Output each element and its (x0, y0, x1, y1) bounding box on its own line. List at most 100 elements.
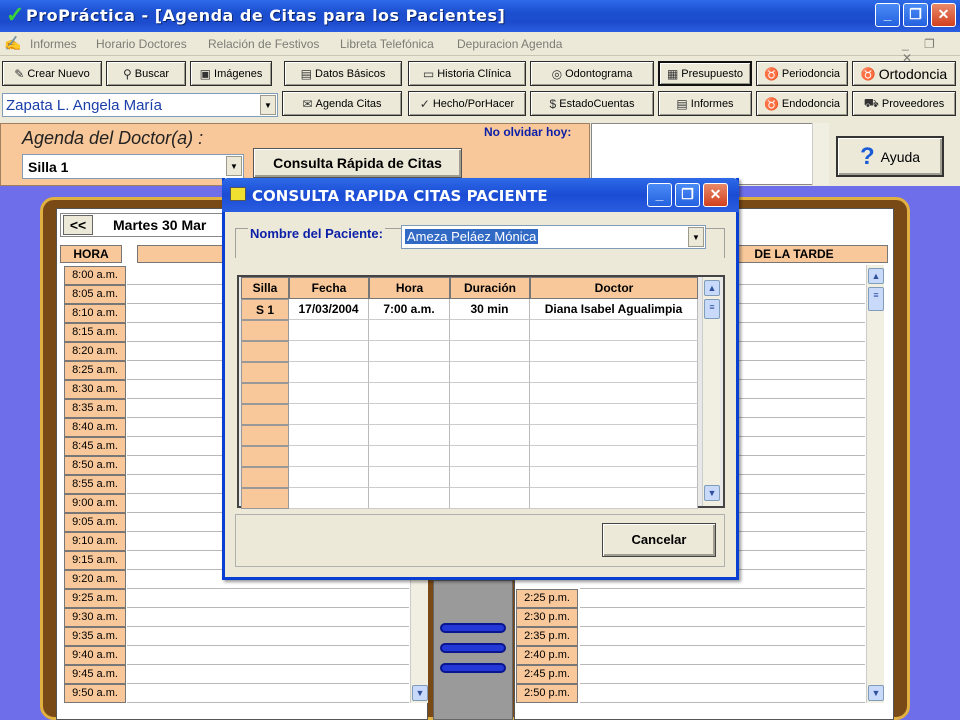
menu-informes[interactable]: Informes (30, 37, 77, 51)
datos-basicos-button[interactable]: ▤ Datos Básicos (284, 61, 402, 86)
scroll-thumb[interactable]: ≡ (868, 287, 884, 311)
appointment-slot[interactable] (580, 665, 865, 684)
grid-cell[interactable]: 30 min (450, 299, 530, 320)
empty-grid-cell[interactable] (369, 425, 450, 446)
empty-grid-cell[interactable] (369, 467, 450, 488)
dialog-restore-button[interactable]: ❐ (675, 183, 700, 207)
menu-libreta-telefonica[interactable]: Libreta Telefónica (340, 37, 434, 51)
informes-button[interactable]: ▤ Informes (658, 91, 752, 116)
grid-cell[interactable]: S 1 (241, 299, 289, 320)
endodoncia-button[interactable]: ♉ Endodoncia (756, 91, 848, 116)
empty-grid-cell[interactable] (450, 467, 530, 488)
empty-grid-cell[interactable] (369, 404, 450, 425)
empty-grid-cell[interactable] (530, 320, 698, 341)
menu-depuracion-agenda[interactable]: Depuracion Agenda (457, 37, 562, 51)
memo-scrollbar[interactable] (812, 123, 829, 185)
empty-grid-cell[interactable] (369, 362, 450, 383)
appointment-slot[interactable] (580, 646, 865, 665)
scroll-up-icon[interactable]: ▲ (868, 268, 884, 284)
grid-cell[interactable]: 7:00 a.m. (369, 299, 450, 320)
empty-grid-cell[interactable] (241, 320, 289, 341)
dialog-minimize-button[interactable]: _ (647, 183, 672, 207)
empty-grid-cell[interactable] (450, 362, 530, 383)
chevron-down-icon[interactable]: ▼ (260, 95, 276, 115)
appointment-slot[interactable] (580, 608, 865, 627)
appointment-slot[interactable] (580, 627, 865, 646)
imagenes-button[interactable]: ▣ Imágenes (190, 61, 272, 86)
empty-grid-cell[interactable] (241, 383, 289, 404)
empty-grid-cell[interactable] (241, 467, 289, 488)
menu-horario-doctores[interactable]: Horario Doctores (96, 37, 187, 51)
appointment-slot[interactable] (580, 589, 865, 608)
empty-grid-cell[interactable] (241, 341, 289, 362)
empty-grid-cell[interactable] (450, 341, 530, 362)
empty-grid-cell[interactable] (450, 446, 530, 467)
empty-grid-cell[interactable] (289, 383, 369, 404)
empty-grid-cell[interactable] (530, 341, 698, 362)
hecho-por-hacer-button[interactable]: ✓ Hecho/PorHacer (408, 91, 526, 116)
afternoon-scrollbar[interactable]: ▲ ≡ ▼ (866, 265, 884, 703)
restore-button[interactable]: ❐ (903, 3, 928, 27)
empty-grid-cell[interactable] (450, 425, 530, 446)
empty-grid-cell[interactable] (450, 488, 530, 509)
proveedores-button[interactable]: ⛟ Proveedores (852, 91, 956, 116)
agenda-citas-button[interactable]: ✉ Agenda Citas (282, 91, 402, 116)
empty-grid-cell[interactable] (450, 383, 530, 404)
empty-grid-cell[interactable] (530, 383, 698, 404)
empty-grid-cell[interactable] (369, 446, 450, 467)
reminder-memo[interactable] (591, 123, 829, 185)
crear-nuevo-button[interactable]: ✎ Crear Nuevo (2, 61, 102, 86)
scroll-thumb[interactable]: ≡ (704, 299, 720, 319)
empty-grid-cell[interactable] (450, 404, 530, 425)
ortodoncia-button[interactable]: ♉ Ortodoncia (852, 61, 956, 86)
empty-grid-cell[interactable] (530, 467, 698, 488)
appointment-slot[interactable] (127, 646, 409, 665)
appointment-slot[interactable] (127, 665, 409, 684)
empty-grid-cell[interactable] (241, 362, 289, 383)
presupuesto-button[interactable]: ▦ Presupuesto (658, 61, 752, 86)
empty-grid-cell[interactable] (241, 404, 289, 425)
empty-grid-cell[interactable] (369, 383, 450, 404)
empty-grid-cell[interactable] (369, 320, 450, 341)
buscar-button[interactable]: ⚲ Buscar (106, 61, 186, 86)
appointment-slot[interactable] (127, 608, 409, 627)
odontograma-button[interactable]: ◎ Odontograma (530, 61, 654, 86)
empty-grid-cell[interactable] (369, 488, 450, 509)
periodoncia-button[interactable]: ♉ Periodoncia (756, 61, 848, 86)
scroll-down-icon[interactable]: ▼ (704, 485, 720, 501)
empty-grid-cell[interactable] (289, 467, 369, 488)
chair-dropdown[interactable]: Silla 1 ▼ (22, 154, 244, 179)
appointment-slot[interactable] (127, 627, 409, 646)
consulta-rapida-button[interactable]: Consulta Rápida de Citas (253, 148, 462, 178)
empty-grid-cell[interactable] (241, 488, 289, 509)
empty-grid-cell[interactable] (530, 488, 698, 509)
close-button[interactable]: ✕ (931, 3, 956, 27)
dialog-close-button[interactable]: ✕ (703, 183, 728, 207)
scroll-up-icon[interactable]: ▲ (704, 280, 720, 296)
empty-grid-cell[interactable] (289, 446, 369, 467)
empty-grid-cell[interactable] (241, 425, 289, 446)
empty-grid-cell[interactable] (530, 446, 698, 467)
appointment-slot[interactable] (127, 684, 409, 703)
empty-grid-cell[interactable] (289, 320, 369, 341)
chevron-down-icon[interactable]: ▼ (688, 227, 704, 247)
historia-clinica-button[interactable]: ▭ Historia Clínica (408, 61, 526, 86)
patient-dropdown[interactable]: Zapata L. Angela María ▼ (2, 93, 278, 117)
empty-grid-cell[interactable] (530, 425, 698, 446)
empty-grid-cell[interactable] (530, 362, 698, 383)
minimize-button[interactable]: _ (875, 3, 900, 27)
empty-grid-cell[interactable] (450, 320, 530, 341)
empty-grid-cell[interactable] (369, 341, 450, 362)
grid-cell[interactable]: 17/03/2004 (289, 299, 369, 320)
empty-grid-cell[interactable] (241, 446, 289, 467)
empty-grid-cell[interactable] (289, 341, 369, 362)
grid-scrollbar[interactable]: ▲ ≡ ▼ (702, 277, 720, 506)
previous-day-button[interactable]: << (63, 215, 93, 235)
scroll-down-icon[interactable]: ▼ (412, 685, 428, 701)
scroll-down-icon[interactable]: ▼ (868, 685, 884, 701)
appointment-slot[interactable] (580, 684, 865, 703)
chevron-down-icon[interactable]: ▼ (226, 156, 242, 176)
grid-cell[interactable]: Diana Isabel Agualimpia (530, 299, 698, 320)
cancel-button[interactable]: Cancelar (602, 523, 716, 557)
appointment-slot[interactable] (127, 589, 409, 608)
